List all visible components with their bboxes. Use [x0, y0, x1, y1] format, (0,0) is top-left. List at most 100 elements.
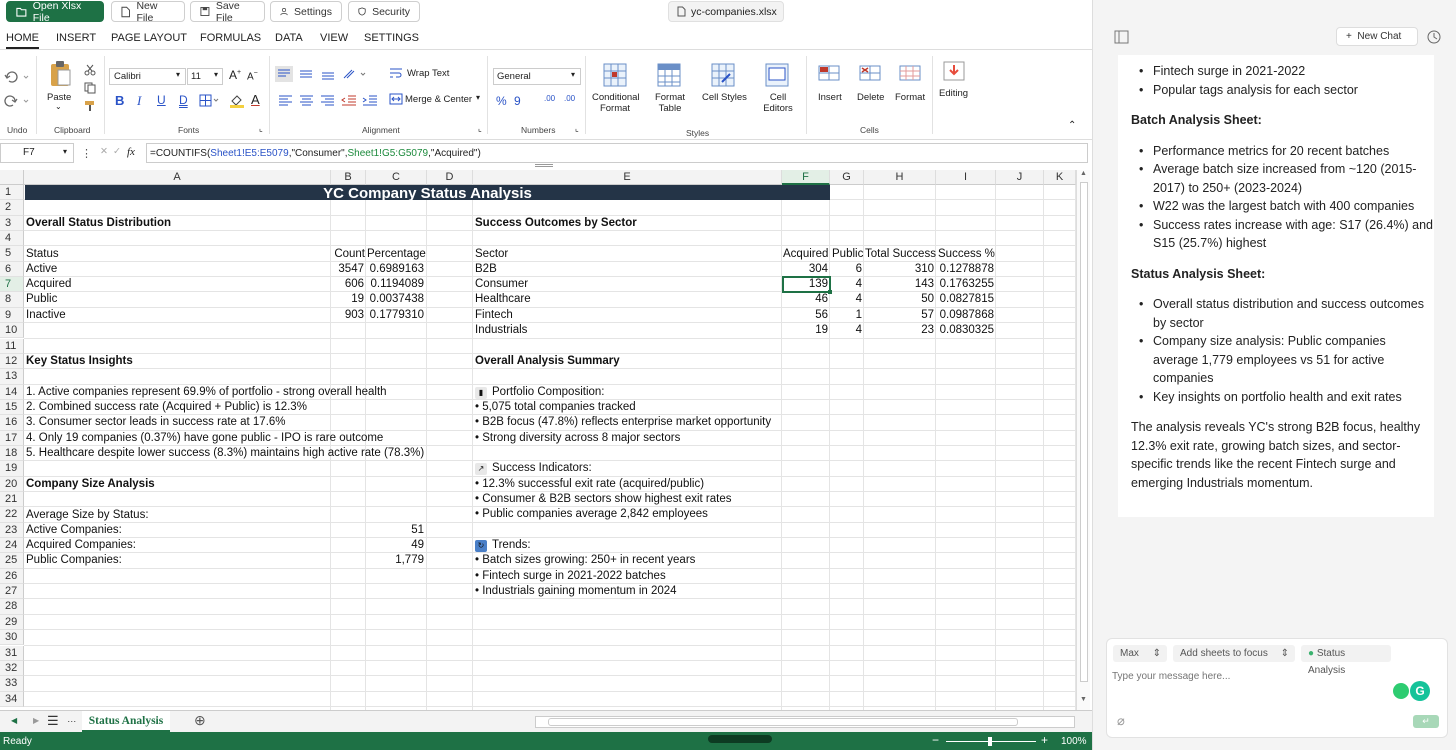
sheet-title[interactable]: YC Company Status Analysis — [25, 185, 830, 200]
delete-cells-icon[interactable] — [858, 62, 882, 84]
sector-total-cell[interactable]: 50 — [864, 292, 934, 307]
row-header[interactable]: 6 — [0, 261, 24, 278]
editing-button[interactable]: Editing — [939, 88, 968, 99]
resize-handle[interactable] — [535, 164, 553, 167]
cancel-icon[interactable]: ✕ — [100, 146, 108, 157]
row-header[interactable]: 24 — [0, 538, 24, 554]
dist-count-cell[interactable]: 3547 — [310, 262, 364, 277]
column-header-k[interactable]: K — [1044, 170, 1076, 185]
increase-font-icon[interactable]: A+ — [229, 68, 241, 82]
prev-sheet-icon[interactable]: ◀ — [11, 716, 17, 725]
orientation-icon[interactable] — [341, 66, 369, 82]
zoom-level[interactable]: 100% — [1061, 736, 1087, 747]
row-header[interactable]: 2 — [0, 200, 24, 216]
sheet-tab-status-analysis[interactable]: Status Analysis — [82, 711, 170, 732]
row-header[interactable]: 20 — [0, 476, 24, 492]
dist-count-cell[interactable]: 903 — [310, 308, 364, 323]
number-format-select[interactable]: General ▾ — [493, 68, 581, 85]
tab-page-layout[interactable]: PAGE LAYOUT — [111, 32, 187, 44]
row-header[interactable]: 26 — [0, 568, 24, 585]
more-sheets-icon[interactable]: … — [67, 714, 77, 725]
file-tab[interactable]: yc-companies.xlsx — [668, 1, 784, 22]
wrap-text-button[interactable]: Wrap Text — [407, 68, 449, 79]
size-label-cell[interactable]: Active Companies: — [26, 523, 122, 538]
row-header[interactable]: 10 — [0, 323, 24, 339]
align-right-icon[interactable] — [319, 92, 337, 108]
formula-input[interactable]: =COUNTIFS(Sheet1!E5:E5079,"Consumer",She… — [146, 143, 1088, 163]
summary-line[interactable]: • Strong diversity across 8 major sector… — [475, 431, 680, 446]
increase-indent-icon[interactable] — [361, 92, 379, 108]
row-header[interactable]: 27 — [0, 584, 24, 600]
sector-success-pct-cell[interactable]: 0.0827815 — [936, 292, 994, 307]
chevron-down-icon[interactable]: ⌄ — [55, 102, 62, 111]
column-header-e[interactable]: E — [473, 170, 782, 185]
paste-icon[interactable] — [48, 60, 72, 88]
summary-header[interactable]: Overall Analysis Summary — [475, 354, 620, 369]
sector-public-cell[interactable]: 6 — [830, 262, 862, 277]
zoom-out-icon[interactable]: − — [932, 733, 939, 747]
sector-name-cell[interactable]: B2B — [475, 262, 497, 277]
editing-icon[interactable] — [942, 60, 966, 82]
collapse-panel-icon[interactable] — [1114, 30, 1129, 44]
dist-percentage-cell[interactable]: 0.6989163 — [366, 262, 424, 277]
align-left-icon[interactable] — [277, 92, 295, 108]
sector-name-cell[interactable]: Industrials — [475, 323, 527, 338]
row-header[interactable]: 22 — [0, 507, 24, 523]
collapse-ribbon-icon[interactable]: ⌃ — [1068, 120, 1076, 131]
scrollbar-thumb[interactable] — [1080, 182, 1088, 682]
next-sheet-icon[interactable]: ▶ — [33, 716, 39, 725]
scrollbar-thumb[interactable] — [548, 718, 1018, 726]
sheet-list-icon[interactable]: ☰ — [47, 713, 59, 729]
cell-styles-icon[interactable] — [710, 62, 736, 88]
sector-outcomes-header[interactable]: Success Outcomes by Sector — [475, 216, 637, 231]
format-painter-icon[interactable] — [84, 100, 96, 112]
column-header-d[interactable]: D — [427, 170, 473, 185]
status-distribution-header[interactable]: Overall Status Distribution — [26, 216, 171, 231]
selected-cell[interactable] — [782, 276, 831, 293]
dialog-launcher-icon[interactable]: ⌞ — [478, 124, 482, 133]
row-header[interactable]: 29 — [0, 614, 24, 631]
vertical-scrollbar[interactable]: ▲ ▼ — [1076, 170, 1090, 710]
dist-status-cell[interactable]: Active — [26, 262, 57, 277]
sector-total-cell[interactable]: 143 — [864, 277, 934, 292]
row-header[interactable]: 19 — [0, 461, 24, 477]
insight-item[interactable]: 5. Healthcare despite lower success (8.3… — [26, 446, 424, 461]
align-top-icon[interactable] — [275, 66, 293, 82]
double-underline-icon[interactable]: D — [179, 93, 188, 107]
cell-editors-button[interactable]: Cell Editors — [763, 92, 793, 114]
sector-success-pct-cell[interactable]: 0.1763255 — [936, 277, 994, 292]
conditional-format-button[interactable]: Conditional Format — [592, 92, 640, 114]
summary-section-heading[interactable]: Success Indicators: — [492, 461, 592, 476]
sector-acquired-cell[interactable]: 19 — [782, 323, 828, 338]
dist-status-cell[interactable]: Inactive — [26, 308, 66, 323]
scroll-down-icon[interactable]: ▼ — [1080, 696, 1087, 703]
column-header-c[interactable]: C — [366, 170, 427, 185]
row-header[interactable]: 21 — [0, 492, 24, 508]
attach-icon[interactable]: ⌀ — [1117, 713, 1125, 729]
row-header[interactable]: 23 — [0, 522, 24, 539]
italic-icon[interactable]: I — [137, 93, 141, 109]
chevron-down-icon[interactable]: ▾ — [476, 93, 480, 102]
column-header-h[interactable]: H — [864, 170, 936, 185]
undo-icon[interactable] — [4, 70, 30, 84]
row-header[interactable]: 3 — [0, 215, 24, 232]
dist-col-status[interactable]: Status — [26, 247, 59, 262]
insights-header[interactable]: Key Status Insights — [26, 354, 133, 369]
dist-percentage-cell[interactable]: 0.1194089 — [366, 277, 424, 292]
summary-line[interactable]: • Fintech surge in 2021-2022 batches — [475, 569, 666, 584]
history-icon[interactable] — [1426, 29, 1442, 45]
function-icon[interactable]: fx — [127, 146, 135, 158]
sector-col-public[interactable]: Public — [832, 247, 863, 262]
row-header[interactable]: 34 — [0, 691, 24, 707]
settings-button[interactable]: Settings — [270, 1, 342, 22]
sector-total-cell[interactable]: 23 — [864, 323, 934, 338]
dist-percentage-cell[interactable]: 0.0037438 — [366, 292, 424, 307]
assistant-icon[interactable] — [1393, 683, 1409, 699]
font-name-select[interactable]: Calibri ▾ — [109, 68, 186, 85]
dist-count-cell[interactable]: 606 — [310, 277, 364, 292]
align-middle-icon[interactable] — [297, 66, 315, 82]
delete-button[interactable]: Delete — [857, 92, 884, 103]
sector-public-cell[interactable]: 4 — [830, 323, 862, 338]
confirm-icon[interactable]: ✓ — [113, 146, 121, 157]
send-button[interactable]: ↵ — [1413, 715, 1439, 728]
